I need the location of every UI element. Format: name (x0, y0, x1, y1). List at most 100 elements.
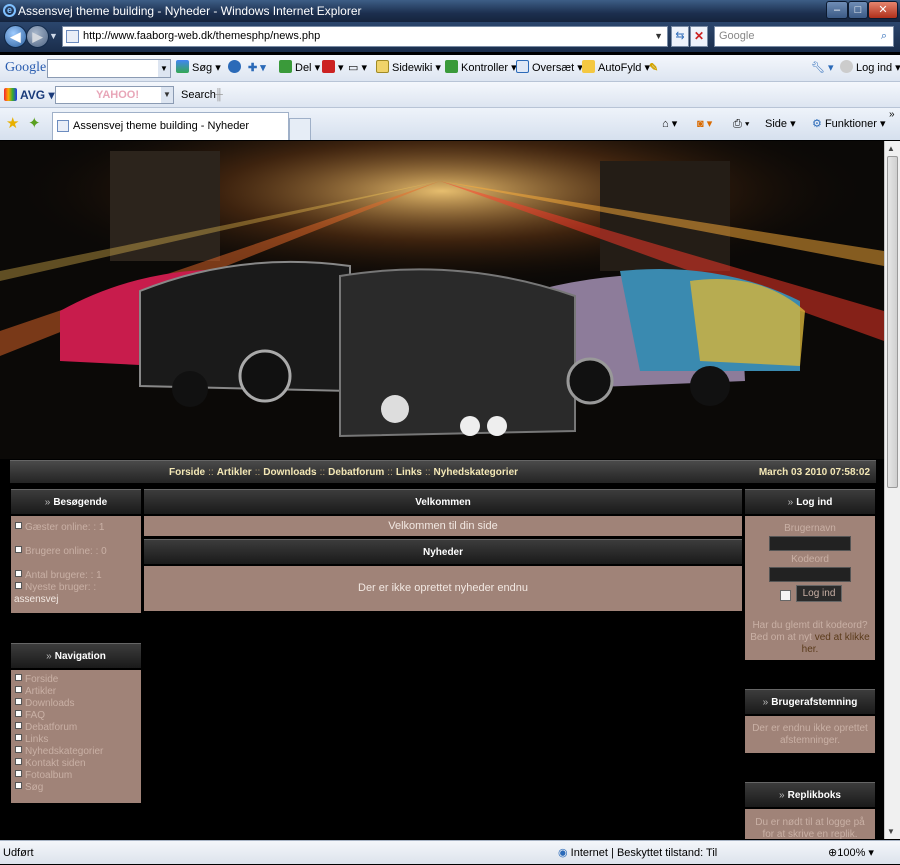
chevron-down-icon[interactable]: ▼ (158, 60, 170, 77)
nav-menu-item[interactable]: FAQ (15, 710, 141, 722)
newest-user-link[interactable]: assensvej (11, 594, 141, 605)
login-panel-body: Brugernavn Kodeord Log ind Har du glemt … (745, 516, 875, 660)
bookmark-button[interactable]: ▭ ▾ (348, 55, 367, 81)
avg-logo-label: AVG (20, 88, 46, 102)
nav-link-forside[interactable]: Forside (169, 467, 205, 478)
guests-online: Gæster online: : 1 (15, 522, 141, 534)
nav-menu-item[interactable]: Søg (15, 782, 141, 794)
total-users: Antal brugere: : 1 (15, 570, 141, 582)
welcome-header: Velkommen (144, 489, 742, 514)
main-nav-bar: Forside:: Artikler:: Downloads:: Debatforum… (10, 460, 876, 483)
stop-icon[interactable]: ✕ (690, 26, 708, 47)
password-input[interactable] (769, 567, 851, 582)
translate-button[interactable]: Oversæt ▾ (516, 55, 583, 81)
nav-link-artikler[interactable]: Artikler (217, 467, 252, 478)
double-chevron-icon: » (779, 790, 785, 801)
address-dropdown-icon[interactable]: ▼ (654, 27, 663, 46)
share-button[interactable]: Del ▾ (279, 55, 320, 81)
address-bar[interactable]: http://www.faaborg-web.dk/themesphp/news… (62, 26, 668, 47)
new-tab-button[interactable] (289, 118, 311, 140)
login-button[interactable]: Log ind (796, 585, 842, 602)
nav-menu-item[interactable]: Links (15, 734, 141, 746)
forward-button[interactable]: ▶ (26, 25, 49, 48)
scroll-down-icon[interactable]: ▼ (887, 827, 895, 836)
nav-menu-item[interactable]: Debatforum (15, 722, 141, 734)
print-icon[interactable]: ⎙ ▾ (733, 111, 749, 137)
tab-active[interactable]: Assensvej theme building - Nyheder (52, 112, 289, 140)
close-window-button[interactable]: ✕ (868, 1, 898, 19)
nav-link-links[interactable]: Links (396, 467, 422, 478)
news-button[interactable] (228, 55, 244, 81)
history-dropdown-icon[interactable]: ▼ (49, 31, 58, 41)
nav-link-nyhedskategorier[interactable]: Nyhedskategorier (434, 467, 518, 478)
address-url: http://www.faaborg-web.dk/themesphp/news… (83, 30, 321, 42)
google-search-button[interactable]: Søg ▾ (176, 55, 221, 81)
visitors-panel-title: Besøgende (53, 497, 108, 508)
welcome-text: Velkommen til din side (144, 516, 742, 536)
minimize-button[interactable]: – (826, 1, 848, 19)
username-input[interactable] (769, 536, 851, 551)
double-chevron-icon: » (46, 651, 52, 662)
add-favorites-icon[interactable]: ✦ (28, 114, 41, 132)
navigation-panel-title: Navigation (54, 651, 106, 662)
tools-menu-button[interactable]: ⚙ Funktioner ▾ (812, 111, 886, 137)
window-title-bar: e Assensvej theme building - Nyheder - W… (0, 0, 900, 22)
plus-button[interactable]: ✚ ▾ (248, 55, 266, 81)
google-search-input[interactable]: ▼ (47, 59, 171, 78)
more-icon[interactable]: » (889, 102, 895, 128)
tab-bar: ★ ✦ Assensvej theme building - Nyheder ⌂… (0, 108, 900, 140)
scroll-up-icon[interactable]: ▲ (887, 144, 895, 153)
nav-menu-item[interactable]: Kontakt siden (15, 758, 141, 770)
spellcheck-button[interactable]: Kontroller ▾ (445, 55, 517, 81)
nav-menu-item[interactable]: Downloads (15, 698, 141, 710)
wrench-icon[interactable]: 🔧︎ ▾ (811, 55, 834, 81)
nav-separator: :: (319, 467, 326, 478)
yahoo-search-input[interactable]: YAHOO! ▼ (55, 86, 174, 104)
nav-link-debatforum[interactable]: Debatforum (328, 467, 384, 478)
nav-menu-item[interactable]: Nyhedskategorier (15, 746, 141, 758)
server-datetime: March 03 2010 07:58:02 (758, 467, 870, 478)
username-label: Brugernavn (784, 523, 836, 534)
tools-menu-label: Funktioner (824, 118, 877, 130)
zoom-level[interactable]: ⊕100% ▾ (828, 841, 874, 865)
avg-search-button[interactable]: Search (181, 82, 216, 108)
address-toolbar: ◀ ▶ ▼ http://www.faaborg-web.dk/themesph… (0, 22, 900, 52)
search-icon[interactable]: ⌕ (881, 27, 887, 46)
feeds-icon[interactable]: ◙ ▾ (697, 111, 712, 137)
yahoo-logo: YAHOO! (96, 89, 139, 101)
globe-icon (228, 60, 241, 73)
popup-blocker-button[interactable]: ▾ (322, 55, 344, 81)
nav-separator: :: (387, 467, 393, 478)
autofill-button[interactable]: AutoFyld ▾ (582, 55, 650, 81)
search-input[interactable]: Google ⌕ (714, 26, 894, 47)
refresh-icon[interactable]: ⇆ (671, 26, 689, 47)
poll-empty-text: Der er endnu ikke oprettet afstemninger. (745, 716, 875, 753)
google-logo: Google (5, 60, 47, 75)
poll-panel-header: » Brugerafstemning (745, 689, 875, 714)
google-g-icon (176, 60, 189, 73)
scrollbar-thumb[interactable] (887, 156, 898, 488)
forgot-password-link[interactable]: ved at klikke her. (802, 632, 870, 655)
remember-me-checkbox[interactable] (780, 590, 791, 601)
poll-panel-title: Brugerafstemning (771, 697, 858, 708)
maximize-button[interactable]: □ (848, 1, 868, 19)
home-icon[interactable]: ⌂ ▾ (662, 111, 677, 137)
nav-menu-item[interactable]: Fotoalbum (15, 770, 141, 782)
avg-button[interactable]: AVG ▾ (4, 82, 54, 108)
nav-link-downloads[interactable]: Downloads (263, 467, 316, 478)
header-banner-image (0, 141, 884, 459)
page-icon (57, 120, 69, 132)
back-button[interactable]: ◀ (4, 25, 27, 48)
chevron-down-icon[interactable]: ▼ (161, 87, 173, 103)
sign-in-button[interactable]: Log ind ▾ (840, 55, 900, 81)
window-title: Assensvej theme building - Nyheder - Win… (18, 4, 362, 18)
nav-menu-item[interactable]: Forside (15, 674, 141, 686)
nav-menu-item[interactable]: Artikler (15, 686, 141, 698)
vertical-scrollbar[interactable]: ▲ ▼ (884, 141, 900, 839)
security-zone: ◉ Internet | Beskyttet tilstand: Til (558, 841, 717, 865)
user-icon (840, 60, 853, 73)
sidewiki-button[interactable]: Sidewiki ▾ (376, 55, 441, 81)
page-menu-button[interactable]: Side ▾ (765, 111, 796, 137)
favorites-star-icon[interactable]: ★ (6, 114, 19, 132)
pencil-icon[interactable]: ✎ (649, 55, 658, 81)
